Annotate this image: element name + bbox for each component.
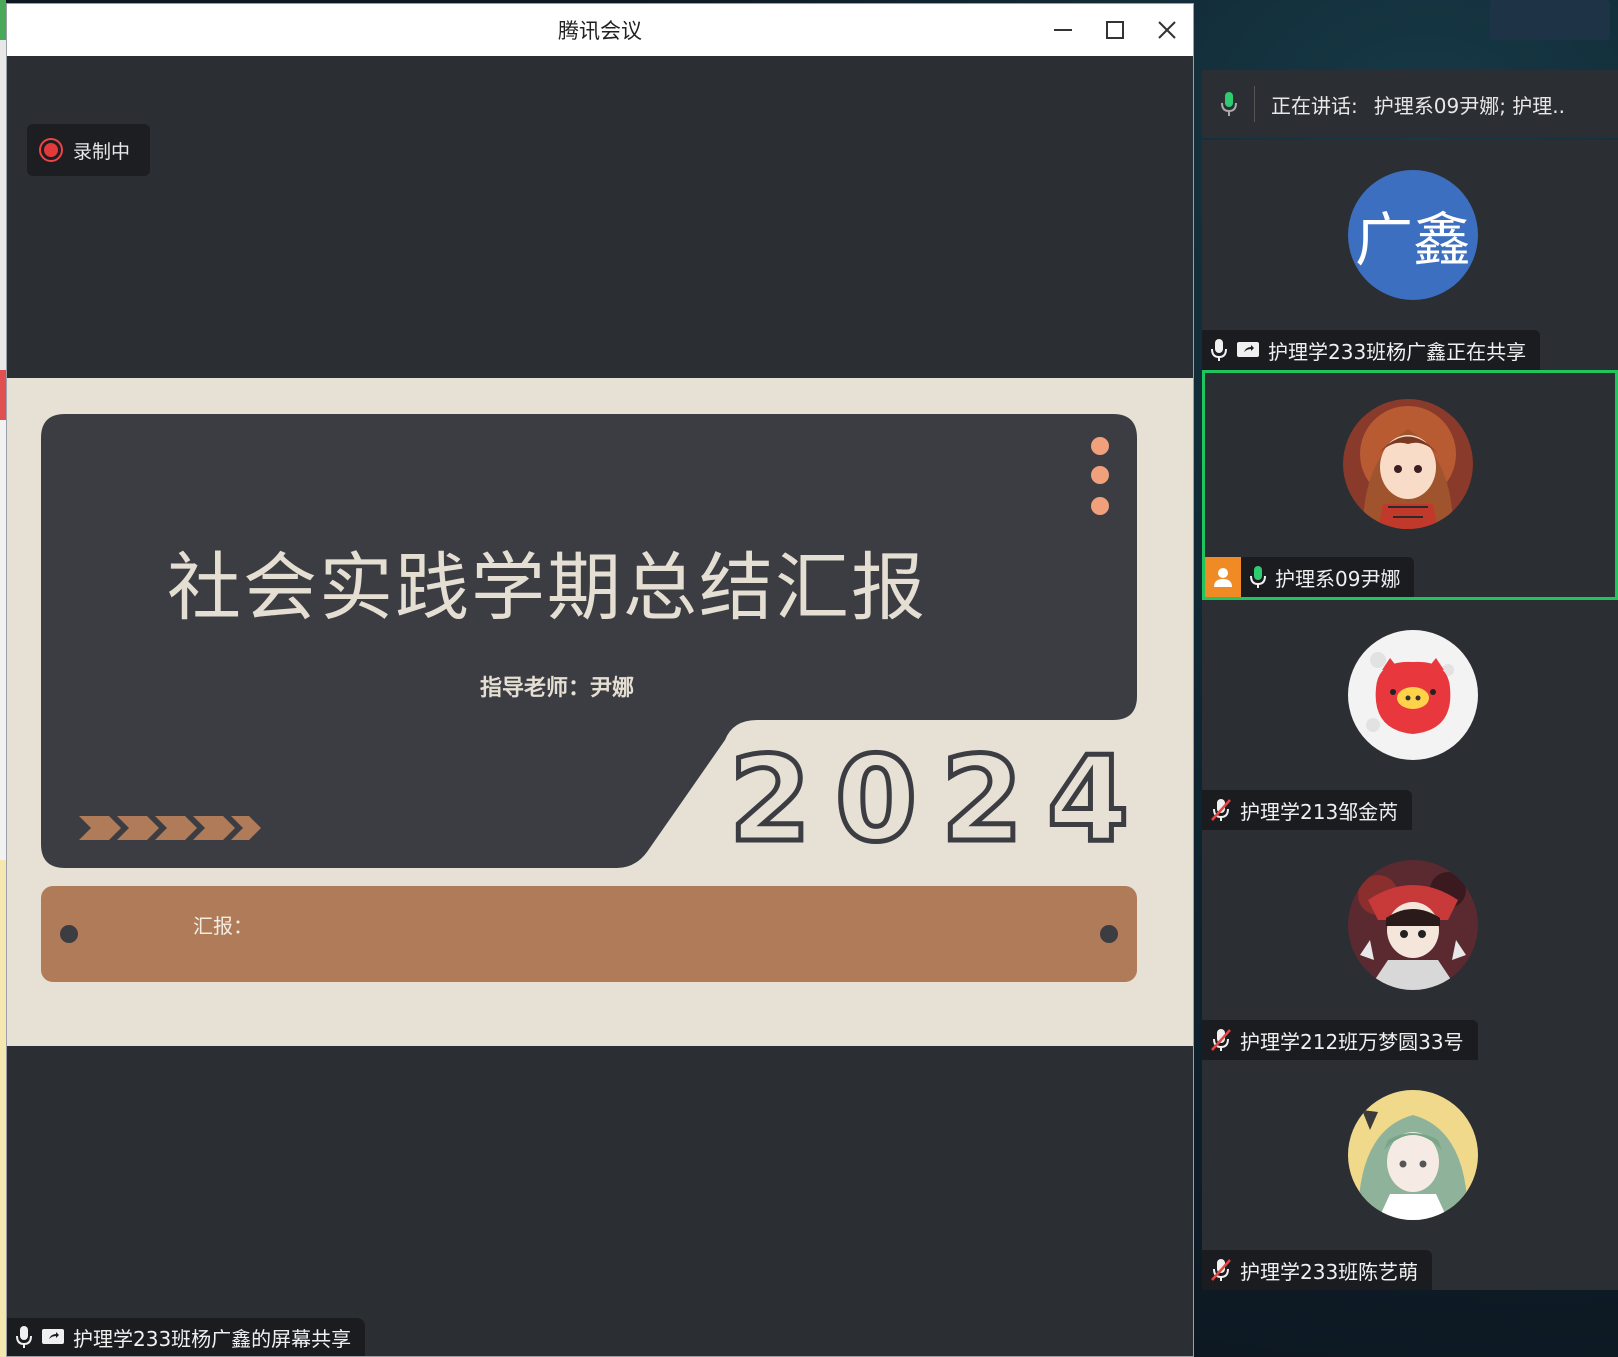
recording-indicator[interactable]: 录制中 [27, 124, 150, 176]
participant-name: 护理学212班万梦圆33号 [1240, 1029, 1464, 1054]
host-badge [1205, 557, 1241, 597]
year-digit: 2 [726, 728, 813, 871]
red-pig-avatar-image [1348, 630, 1478, 760]
participant-tile[interactable]: 护理学233班陈艺萌 [1202, 1060, 1618, 1290]
year-digit: 0 [832, 728, 919, 871]
microphone-icon [16, 1326, 32, 1348]
avatar [1343, 399, 1473, 529]
host-person-icon [1214, 568, 1232, 587]
participant-name-tag: 护理学233班杨广鑫正在共享 [1202, 330, 1541, 370]
screen-share-text: 护理学233班杨广鑫的屏幕共享 [73, 1326, 352, 1351]
screen-share-icon [42, 1329, 64, 1344]
minimize-button[interactable] [1037, 4, 1089, 56]
participant-name-tag: 护理系09尹娜 [1205, 557, 1415, 597]
anime-girl-avatar-image [1343, 399, 1473, 529]
slide-subtitle: 指导老师：尹娜 [479, 676, 634, 701]
avatar [1348, 630, 1478, 760]
desktop-tray-widget [1490, 0, 1610, 40]
speaking-prefix: 正在讲话: [1271, 93, 1358, 118]
title-bar[interactable]: 腾讯会议 [7, 4, 1193, 56]
participant-name-tag: 护理学213邹金芮 [1202, 790, 1413, 830]
window-title: 腾讯会议 [558, 20, 642, 43]
decor-dot [1091, 497, 1109, 515]
screen-share-icon [1237, 342, 1259, 357]
screen-share-label: 护理学233班杨广鑫的屏幕共享 [7, 1318, 366, 1356]
speaking-indicator-bar: 正在讲话: 护理系09尹娜; 护理.. [1202, 70, 1618, 138]
slide-footer-label: 汇报： [193, 914, 253, 938]
mic-active-icon [1250, 566, 1266, 588]
mic-muted-icon [1211, 1029, 1231, 1051]
green-hair-anime-avatar-image [1348, 1090, 1478, 1220]
participant-name-tag: 护理学233班陈艺萌 [1202, 1250, 1433, 1290]
year-digit: 4 [1044, 728, 1131, 871]
participant-name: 护理学233班陈艺萌 [1240, 1259, 1419, 1284]
decor-dot [1091, 466, 1109, 484]
mic-active-icon [1221, 92, 1237, 116]
anime-character-avatar-image [1348, 860, 1478, 990]
year-digit: 2 [938, 728, 1025, 871]
footer-dot-right [1100, 925, 1118, 943]
mic-muted-icon [1211, 799, 1231, 821]
participant-tile-active[interactable]: 护理系09尹娜 [1202, 370, 1618, 600]
presentation-slide: 社会实践学期总结汇报 指导老师：尹娜 2 0 2 4 汇报： [7, 378, 1193, 1046]
close-icon [1158, 21, 1176, 39]
avatar [1348, 1090, 1478, 1220]
participant-name: 护理学233班杨广鑫正在共享 [1268, 339, 1527, 364]
slide-graphics [41, 414, 1137, 982]
participant-tile[interactable]: 护理学213邹金芮 [1202, 600, 1618, 830]
speaking-divider [1254, 86, 1255, 122]
participant-tile[interactable]: 广鑫 护理学233班杨广鑫正在共享 [1202, 140, 1618, 370]
maximize-icon [1106, 21, 1124, 39]
avatar: 广鑫 [1348, 170, 1478, 300]
participant-tile[interactable]: 护理学212班万梦圆33号 [1202, 830, 1618, 1060]
decor-dot [1091, 437, 1109, 455]
participant-name: 护理学213邹金芮 [1240, 799, 1399, 824]
mic-muted-icon [1211, 1259, 1231, 1281]
footer-dot-left [60, 925, 78, 943]
recording-label: 录制中 [73, 140, 131, 163]
participant-panel: 正在讲话: 护理系09尹娜; 护理.. 广鑫 护理学233班杨广鑫正在共享 护理… [1202, 70, 1618, 1340]
avatar [1348, 860, 1478, 990]
maximize-button[interactable] [1089, 4, 1141, 56]
participant-name-tag: 护理学212班万梦圆33号 [1202, 1020, 1478, 1060]
record-icon [39, 138, 63, 162]
close-button[interactable] [1141, 4, 1193, 56]
meeting-window: 腾讯会议 录制中 社会实践学期总结汇报 指导老师：尹娜 2 0 2 4 汇报： … [6, 3, 1194, 1357]
slide-title: 社会实践学期总结汇报 [167, 545, 927, 631]
participant-name: 护理系09尹娜 [1275, 566, 1401, 591]
minimize-icon [1054, 29, 1072, 31]
microphone-icon [1211, 339, 1227, 361]
shared-screen-area[interactable]: 录制中 社会实践学期总结汇报 指导老师：尹娜 2 0 2 4 汇报： 护理学23… [7, 56, 1193, 1356]
window-controls [1037, 4, 1193, 56]
speaking-names: 护理系09尹娜; 护理.. [1373, 93, 1566, 118]
